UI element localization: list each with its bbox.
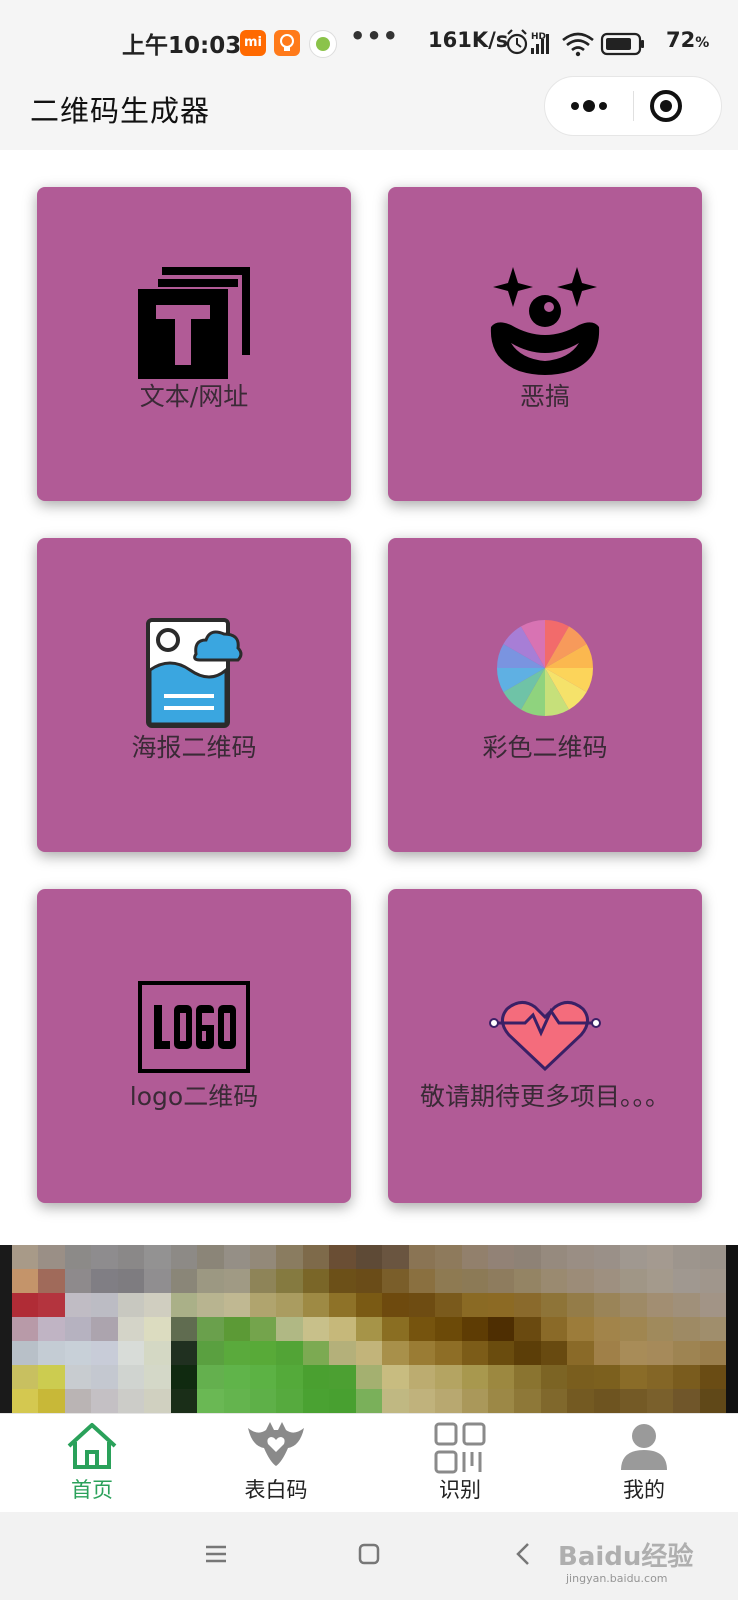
watermark-url: jingyan.baidu.com [566, 1572, 668, 1585]
status-time: 上午10:03 [122, 33, 242, 59]
battery-level: 72% [666, 28, 710, 52]
home-icon [65, 1422, 119, 1474]
clown-face-icon [489, 267, 601, 383]
more-notifications-icon: ••• [350, 22, 400, 50]
tab-bar: 首页 表白码 识别 我的 [0, 1413, 738, 1512]
tab-label: 表白码 [244, 1478, 308, 1502]
logo-icon [138, 981, 250, 1077]
capsule-more-button[interactable] [545, 77, 633, 135]
baidu-watermark: Baidu经验 [558, 1542, 694, 1572]
ad-banner-image [12, 1245, 726, 1413]
tile-label: 彩色二维码 [482, 733, 608, 762]
system-nav-bar: Baidu经验 jingyan.baidu.com [0, 1512, 738, 1600]
tab-label: 首页 [71, 1478, 113, 1502]
tile-prank[interactable]: 恶搞 [388, 187, 702, 501]
tile-label: 恶搞 [519, 382, 570, 411]
tile-label: 海报二维码 [131, 733, 257, 762]
page-title: 二维码生成器 [30, 94, 211, 128]
back-icon[interactable] [512, 1542, 536, 1570]
tile-label: logo二维码 [129, 1082, 259, 1111]
tab-scan[interactable]: 识别 [368, 1414, 552, 1512]
text-t-icon [138, 267, 250, 383]
color-wheel-icon [495, 618, 595, 722]
tile-poster-qr[interactable]: 海报二维码 [37, 538, 351, 852]
miniprogram-capsule [544, 76, 722, 136]
tab-label: 识别 [439, 1478, 481, 1502]
status-bar: 上午10:03 mi ••• 161K/s HD 72% [0, 0, 738, 84]
user-icon [619, 1422, 669, 1474]
home-square-icon[interactable] [357, 1542, 381, 1570]
target-close-icon [650, 90, 682, 122]
tab-me[interactable]: 我的 [552, 1414, 736, 1512]
tile-coming-soon[interactable]: 敬请期待更多项目。。。 [388, 889, 702, 1203]
tile-color-qr[interactable]: 彩色二维码 [388, 538, 702, 852]
scan-grid-icon [434, 1422, 486, 1478]
capsule-close-button[interactable] [634, 77, 721, 135]
ad-banner[interactable] [0, 1245, 738, 1413]
poster-image-icon [144, 618, 244, 734]
bat-heart-icon [248, 1422, 304, 1470]
mi-app-icon: mi [240, 30, 266, 56]
tab-home[interactable]: 首页 [0, 1414, 184, 1512]
menu-icon[interactable] [204, 1542, 228, 1570]
network-speed: 161K/s [428, 28, 509, 52]
tab-label: 我的 [623, 1478, 665, 1502]
ball-app-icon [309, 30, 337, 58]
tile-label: 文本/网址 [139, 382, 249, 411]
tile-logo-qr[interactable]: logo二维码 [37, 889, 351, 1203]
heartbeat-icon [489, 999, 601, 1075]
tab-confession-code[interactable]: 表白码 [184, 1414, 368, 1512]
tile-text-url[interactable]: 文本/网址 [37, 187, 351, 501]
more-dots-icon [571, 100, 607, 112]
bulb-app-icon [274, 30, 300, 56]
title-bar: 二维码生成器 [0, 76, 738, 150]
tile-label: 敬请期待更多项目。。。 [419, 1082, 670, 1111]
